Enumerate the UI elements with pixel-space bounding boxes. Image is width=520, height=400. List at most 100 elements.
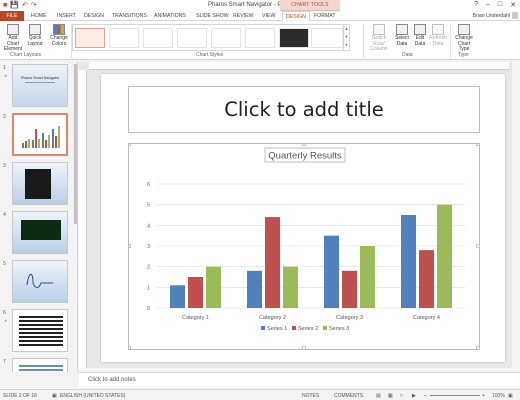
tab-file[interactable]: FILE xyxy=(0,11,24,21)
chart-tools-contextual-header: CHART TOOLS xyxy=(280,0,340,11)
title-placeholder[interactable]: Click to add title xyxy=(128,86,480,133)
chart-styles-gallery[interactable]: ▲ ▼ ▾ xyxy=(72,24,350,51)
legend-label: Series 2 xyxy=(298,326,318,332)
reading-view-icon[interactable]: □ xyxy=(400,393,403,399)
tab-animations[interactable]: ANIMATIONS xyxy=(154,12,186,21)
slide-counter: SLIDE 2 OF 16 xyxy=(3,393,37,399)
resize-handle xyxy=(476,346,480,350)
chart-element-icon xyxy=(7,24,19,35)
slide-thumbnail-6[interactable] xyxy=(12,309,68,352)
legend-label: Series 3 xyxy=(329,326,349,332)
spellcheck-icon[interactable]: ▣ xyxy=(52,393,57,399)
tab-design[interactable]: DESIGN xyxy=(84,12,104,21)
zoom-in-icon[interactable]: + xyxy=(482,393,485,399)
slide-thumbnail-pane: 1 ★ Pharos Smart Navigator 2 3 4 5 6 ★ 7 xyxy=(0,62,78,372)
tab-home[interactable]: HOME xyxy=(31,12,47,21)
chart-style-thumb[interactable] xyxy=(109,28,139,48)
maximize-icon[interactable]: □ xyxy=(498,1,502,9)
change-chart-type-button[interactable]: Change Chart Type xyxy=(452,24,476,53)
chart-style-thumb[interactable] xyxy=(211,28,241,48)
minimize-icon[interactable]: – xyxy=(486,1,490,9)
quick-layout-label: Quick Layout xyxy=(27,35,43,47)
slideshow-icon[interactable]: ▶ xyxy=(412,393,416,399)
fit-slide-icon[interactable]: ▣ xyxy=(508,393,513,399)
help-icon[interactable]: ? xyxy=(474,1,478,9)
y-tick-label: 3 xyxy=(147,244,150,250)
chart-style-thumb[interactable] xyxy=(143,28,173,48)
notes-toggle[interactable]: NOTES xyxy=(302,393,319,399)
avatar[interactable] xyxy=(512,12,518,19)
select-data-button[interactable]: Select Data xyxy=(394,24,410,47)
slide-thumbnail-5[interactable] xyxy=(12,260,68,303)
gallery-scroll[interactable]: ▲ ▼ ▾ xyxy=(343,25,349,50)
photo-image xyxy=(21,220,61,240)
slide-number: 7 xyxy=(3,359,6,365)
chart-thumbnail-icon xyxy=(22,126,60,148)
switch-row-column-button[interactable]: Switch Row/ Column xyxy=(366,24,392,53)
refresh-data-button[interactable]: Refresh Data xyxy=(429,24,447,47)
thumbnail-scrollbar[interactable] xyxy=(74,64,77,224)
add-chart-element-button[interactable]: Add Chart Element xyxy=(2,24,24,53)
add-chart-element-label: Add Chart Element xyxy=(3,35,23,52)
quick-access-toolbar: ■ 💾 ↶ ↷ xyxy=(3,1,37,10)
slide-sorter-icon[interactable]: ▦ xyxy=(388,393,393,399)
tab-view[interactable]: VIEW xyxy=(262,12,275,21)
table-image xyxy=(19,316,63,346)
slide-thumbnail-1[interactable]: Pharos Smart Navigator xyxy=(12,64,68,107)
powerpoint-logo-icon: ■ xyxy=(3,2,8,9)
notes-pane[interactable]: Click to add notes xyxy=(79,372,520,388)
tab-review[interactable]: REVIEW xyxy=(233,12,253,21)
photo-image xyxy=(25,169,51,199)
close-icon[interactable]: ✕ xyxy=(510,1,516,9)
x-tick-label: Category 3 xyxy=(336,315,363,321)
slide-thumbnail-7[interactable] xyxy=(12,358,68,372)
y-tick-label: 4 xyxy=(147,223,150,229)
chart-style-thumb[interactable] xyxy=(279,28,309,48)
slide-number: 6 xyxy=(3,310,6,316)
edit-data-button[interactable]: Edit Data xyxy=(412,24,428,47)
zoom-level[interactable]: 100% xyxy=(492,393,505,399)
user-name[interactable]: Brian Underdahl xyxy=(473,13,511,19)
normal-view-icon[interactable]: ▤ xyxy=(376,393,381,399)
y-tick-label: 6 xyxy=(147,182,150,188)
slide-thumbnail-3[interactable] xyxy=(12,162,68,205)
redo-icon[interactable]: ↷ xyxy=(31,1,37,10)
group-label-chart-styles: Chart Styles xyxy=(196,52,224,58)
tab-slide-show[interactable]: SLIDE SHOW xyxy=(196,12,229,21)
tab-insert[interactable]: INSERT xyxy=(57,12,76,21)
divider xyxy=(450,24,451,58)
save-icon[interactable]: 💾 xyxy=(10,1,19,10)
chart-style-thumb[interactable] xyxy=(177,28,207,48)
slide-editor: Click to add title Quarterly Results 0 1 2 3… xyxy=(79,62,512,368)
resize-handle xyxy=(302,346,306,350)
tab-format[interactable]: FORMAT xyxy=(314,12,336,21)
chart-style-thumb[interactable] xyxy=(311,28,343,48)
chart-style-thumb[interactable] xyxy=(75,28,105,48)
legend-swatch xyxy=(292,326,296,330)
change-chart-type-label: Change Chart Type xyxy=(455,35,473,52)
zoom-out-icon[interactable]: – xyxy=(424,393,427,399)
language-indicator[interactable]: ENGLISH (UNITED STATES) xyxy=(60,393,125,399)
slide-thumbnail-2[interactable] xyxy=(12,113,68,156)
chart-frame[interactable]: Quarterly Results 0 1 2 3 4 5 6 Category 1 Catego… xyxy=(127,142,480,350)
tab-transitions[interactable]: TRANSITIONS xyxy=(112,12,147,21)
chart-style-thumb[interactable] xyxy=(245,28,275,48)
notes-placeholder: Click to add notes xyxy=(88,377,136,383)
editor-scrollbar[interactable] xyxy=(512,62,520,368)
slide-thumbnail-4[interactable] xyxy=(12,211,68,254)
quick-layout-icon xyxy=(29,24,41,35)
group-label-chart-layouts: Chart Layouts xyxy=(10,52,42,58)
change-colors-button[interactable]: Change Colors xyxy=(48,24,70,47)
quick-layout-button[interactable]: Quick Layout xyxy=(25,24,45,47)
undo-icon[interactable]: ↶ xyxy=(22,1,28,10)
resize-handle xyxy=(302,142,306,146)
comments-toggle[interactable]: COMMENTS xyxy=(334,393,363,399)
zoom-slider[interactable] xyxy=(430,395,480,396)
chart-title: Quarterly Results xyxy=(268,151,342,162)
vertical-ruler xyxy=(79,70,87,368)
signature-image xyxy=(26,273,53,288)
chart[interactable]: Quarterly Results 0 1 2 3 4 5 6 Category 1 Catego… xyxy=(127,142,480,350)
legend-swatch xyxy=(323,326,327,330)
change-colors-label: Change Colors xyxy=(50,35,68,47)
refresh-data-label: Refresh Data xyxy=(429,35,447,47)
